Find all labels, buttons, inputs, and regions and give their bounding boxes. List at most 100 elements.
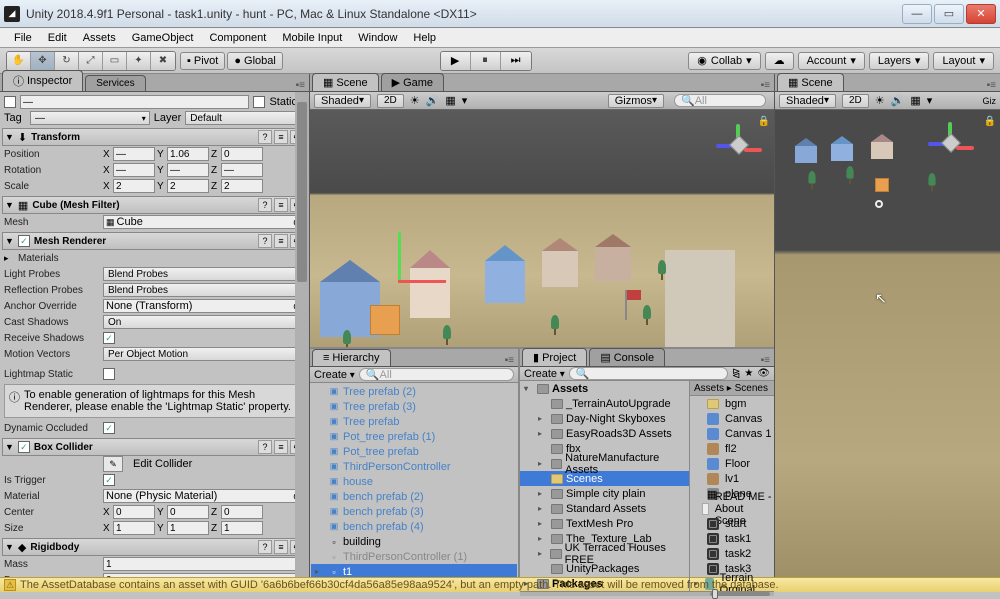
tab-scene[interactable]: ▦Scene [312,73,379,91]
tab-console[interactable]: ▤Console [589,348,665,366]
inspector-scrollbar[interactable] [295,92,309,577]
filter-icon[interactable]: ⧎ [732,368,740,379]
2d-toggle-2[interactable]: 2D [842,94,869,108]
menu-mobile-input[interactable]: Mobile Input [274,30,350,46]
project-file-item[interactable]: fl2 [690,441,774,456]
scale-x[interactable] [113,179,155,193]
project-tree-item[interactable]: ▸NatureManufacture Assets [520,456,689,471]
pause-button[interactable]: ⏸ [471,52,501,70]
hierarchy-item[interactable]: ▫ThirdPersonController (1) [311,549,517,564]
cloud-button[interactable]: ☁ [765,52,794,70]
help-icon[interactable]: ? [258,130,272,144]
gameobject-name-field[interactable]: — [20,95,249,109]
favorite-icon[interactable]: ★ [744,368,753,379]
thumbnail-slider[interactable] [710,592,770,596]
close-button[interactable]: ✕ [966,4,996,24]
scale-z[interactable] [221,179,263,193]
size-z[interactable] [221,521,263,535]
hierarchy-item[interactable]: ▸▫t1 [311,564,517,577]
dynocc-chk[interactable]: ✓ [103,422,115,434]
collider-enabled[interactable]: ✓ [18,441,30,453]
layer-dropdown[interactable]: Default [185,111,305,125]
minimize-button[interactable]: — [902,4,932,24]
preset-icon[interactable]: ≡ [274,130,288,144]
size-x[interactable] [113,521,155,535]
recvshadows-chk[interactable]: ✓ [103,332,115,344]
scale-tool[interactable]: ⤢ [79,52,103,70]
project-tree-item[interactable]: ▸EasyRoads3D Assets [520,426,689,441]
hierarchy-item[interactable]: ▣Pot_tree prefab (1) [311,429,517,444]
reflprobes-dd[interactable]: Blend Probes [103,283,305,297]
hand-tool[interactable]: ✋ [7,52,31,70]
tag-dropdown[interactable]: — [30,111,150,125]
project-tree-item[interactable]: ▸Standard Assets [520,501,689,516]
scene-view[interactable]: 🔒 [310,110,774,347]
mass-field[interactable] [103,557,305,571]
istrigger-chk[interactable]: ✓ [103,474,115,486]
project-file-item[interactable]: bgm [690,396,774,411]
project-file-item[interactable]: lv1 [690,471,774,486]
audio-icon[interactable]: 🔊 [426,94,440,107]
tab-inspector[interactable]: ⓘInspector [2,70,83,91]
2d-toggle[interactable]: 2D [377,94,404,108]
orientation-gizmo-2[interactable] [926,118,976,168]
project-create[interactable]: Create ▾ [524,368,565,380]
hierarchy-item[interactable]: ▣bench prefab (3) [311,504,517,519]
tab-hierarchy[interactable]: ≡Hierarchy [312,349,391,366]
project-tree-item[interactable]: ▸Simple city plain [520,486,689,501]
size-y[interactable] [167,521,209,535]
hierarchy-create[interactable]: Create ▾ [314,369,355,381]
boxcollider-header[interactable]: ▼✓ Box Collider ?≡⚙ [2,438,307,456]
center-y[interactable] [167,505,209,519]
pos-x[interactable] [113,147,155,161]
project-search[interactable]: 🔍 [569,367,728,380]
hierarchy-search[interactable]: 🔍All [359,368,514,381]
rot-z[interactable] [221,163,263,177]
menu-help[interactable]: Help [405,30,444,46]
hierarchy-item[interactable]: ▣bench prefab (2) [311,489,517,504]
rotate-tool[interactable]: ↻ [55,52,79,70]
fx-icon-2[interactable]: ▦ [910,94,920,107]
physmat-field[interactable]: None (Physic Material)⊙ [103,489,305,503]
castshadows-dd[interactable]: On [103,315,305,329]
project-file-item[interactable]: task2 [690,546,774,561]
transform-header[interactable]: ▼⬇ Transform ?≡⚙ [2,128,307,146]
play-button[interactable]: ▶ [441,52,471,70]
move-tool[interactable]: ✥ [31,52,55,70]
renderer-enabled[interactable]: ✓ [18,235,30,247]
gizmos-dropdown[interactable]: Gizmos ▾ [608,94,664,108]
step-button[interactable]: ⏭ [501,52,531,70]
project-tree-item[interactable]: _TerrainAutoUpgrade [520,396,689,411]
meshrenderer-header[interactable]: ▼✓ Mesh Renderer ?≡⚙ [2,232,307,250]
collab-dropdown[interactable]: ◉Collab▾ [688,52,760,70]
lightprobes-dd[interactable]: Blend Probes [103,267,305,281]
panel-options[interactable]: ▪≡ [292,80,309,91]
drag-field[interactable] [103,573,305,577]
rect-tool[interactable]: ▭ [103,52,127,70]
maximize-button[interactable]: ▭ [934,4,964,24]
menu-gameobject[interactable]: GameObject [124,30,202,46]
hidden-icon[interactable]: 👁 [757,368,770,379]
lmstatic-chk[interactable] [103,368,115,380]
project-tree-item[interactable]: ▸Day-Night Skyboxes [520,411,689,426]
scene-view-2[interactable]: 🔒 ↖ [775,110,1000,577]
project-tree-item[interactable]: ▾Assets [520,381,689,396]
light-icon-2[interactable]: ☀ [875,94,885,107]
tab-scene-2[interactable]: ▦Scene [777,73,844,91]
fx-icon[interactable]: ▦ [445,94,455,107]
tab-game[interactable]: ▶Game [381,73,444,91]
light-icon[interactable]: ☀ [410,94,420,107]
transform-tool[interactable]: ✦ [127,52,151,70]
center-z[interactable] [221,505,263,519]
center-x[interactable] [113,505,155,519]
lock-icon-2[interactable]: 🔒 [984,116,996,127]
anchor-field[interactable]: None (Transform)⊙ [103,299,305,313]
rigidbody-header[interactable]: ▼◆ Rigidbody ?≡⚙ [2,538,307,556]
mesh-field[interactable]: ▦Cube⊙ [103,215,305,229]
menu-component[interactable]: Component [201,30,274,46]
account-dropdown[interactable]: Account▾ [798,52,865,70]
project-file-item[interactable]: Canvas [690,411,774,426]
project-tree-item[interactable]: ▸UK Terraced Houses FREE [520,546,689,561]
tab-services[interactable]: Services [85,75,145,91]
project-file-item[interactable]: Floor [690,456,774,471]
